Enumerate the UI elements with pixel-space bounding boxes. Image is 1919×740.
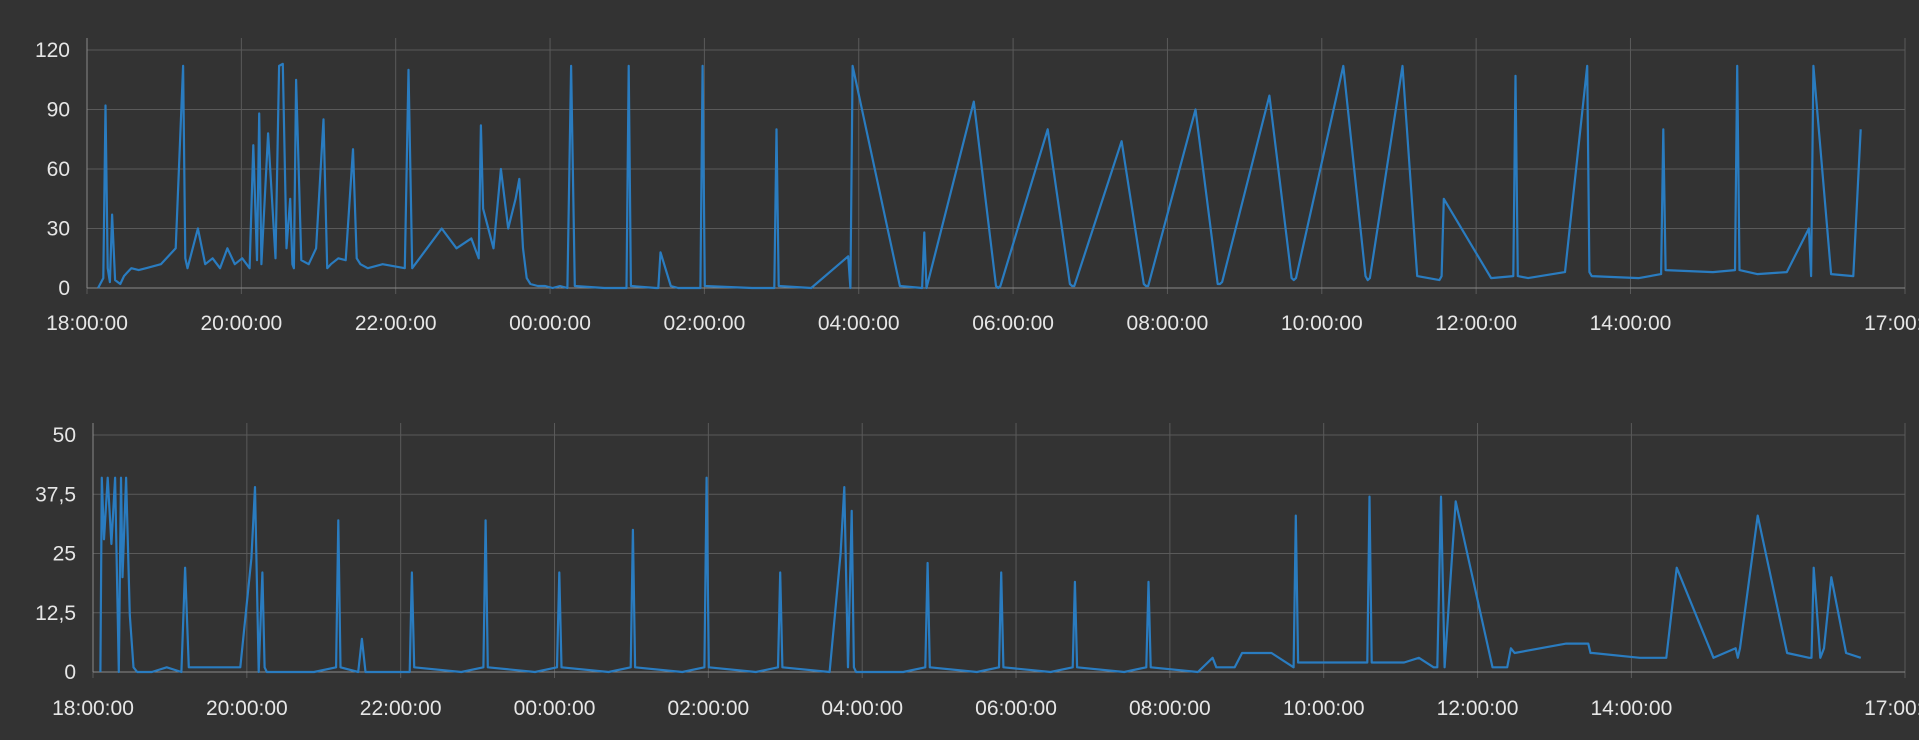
x-tick-label: 06:00:00	[972, 312, 1054, 335]
series-line	[97, 62, 1862, 290]
y-tick-label: 30	[47, 218, 70, 241]
x-tick-label: 22:00:00	[360, 697, 442, 720]
series-line	[99, 476, 1862, 674]
y-tick-label: 0	[58, 277, 70, 300]
y-tick-label: 0	[64, 661, 76, 684]
x-tick-label: 00:00:00	[509, 312, 591, 335]
y-tick-label: 120	[35, 39, 70, 62]
bottom-chart: 0 12,5 25 37,5 50 18:00:00 20:00:00 22:00:00 00:…	[35, 423, 1919, 720]
x-tick-label: 00:00:00	[514, 697, 596, 720]
y-tick-label: 50	[53, 424, 76, 447]
x-tick-label: 20:00:00	[200, 312, 282, 335]
x-tick-label: 22:00:00	[355, 312, 437, 335]
x-tick-label: 14:00:00	[1590, 312, 1672, 335]
x-tick-label: 12:00:00	[1437, 697, 1519, 720]
x-tick-label: 06:00:00	[975, 697, 1057, 720]
x-tick-label: 02:00:00	[667, 697, 749, 720]
y-tick-label: 90	[47, 99, 70, 122]
x-tick-label: 10:00:00	[1281, 312, 1363, 335]
x-tick-label: 18:00:00	[46, 312, 128, 335]
x-tick-label: 14:00:00	[1591, 697, 1673, 720]
x-tick-label: 04:00:00	[818, 312, 900, 335]
x-tick-label: 17:00:00	[1864, 697, 1919, 720]
y-tick-label: 37,5	[35, 483, 76, 506]
top-chart-panel: 0 30 60 90 120 18:00:00 20:00:00 22:00:00 00:00:…	[0, 0, 1919, 345]
x-tick-label: 10:00:00	[1283, 697, 1365, 720]
bottom-chart-panel: 0 12,5 25 37,5 50 18:00:00 20:00:00 22:00:00 00:…	[0, 380, 1919, 740]
x-tick-label: 02:00:00	[664, 312, 746, 335]
y-tick-label: 12,5	[35, 602, 76, 625]
y-tick-label: 60	[47, 158, 70, 181]
x-tick-label: 18:00:00	[52, 697, 134, 720]
top-chart: 0 30 60 90 120 18:00:00 20:00:00 22:00:00 00:00:…	[35, 38, 1919, 335]
x-tick-label: 08:00:00	[1129, 697, 1211, 720]
x-tick-label: 17:00:00	[1864, 312, 1919, 335]
x-tick-label: 20:00:00	[206, 697, 288, 720]
y-tick-label: 25	[53, 543, 76, 566]
x-tick-label: 04:00:00	[821, 697, 903, 720]
x-tick-label: 08:00:00	[1127, 312, 1209, 335]
x-tick-label: 12:00:00	[1435, 312, 1517, 335]
